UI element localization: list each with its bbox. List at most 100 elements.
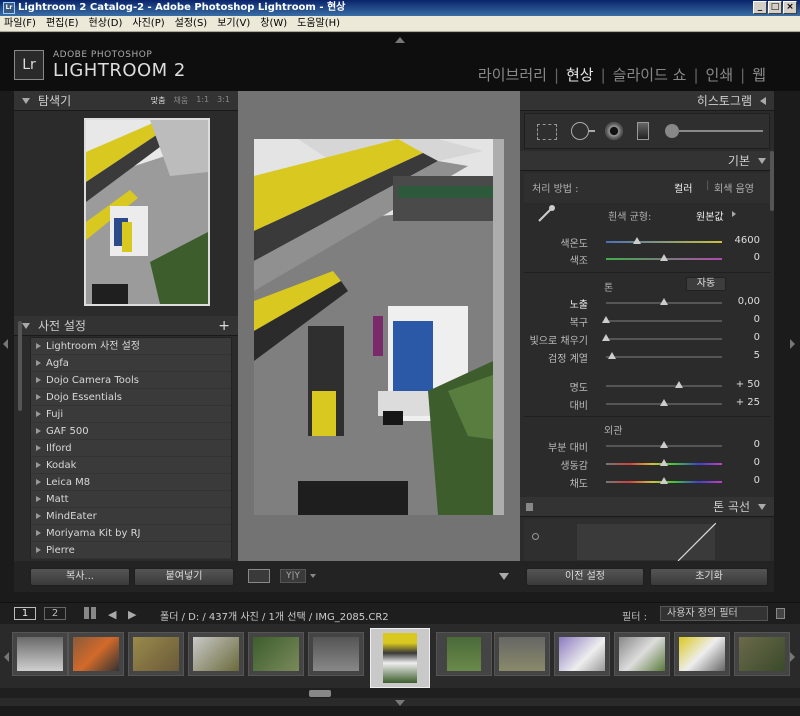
menu-window[interactable]: 창(W) bbox=[260, 16, 287, 31]
preset-folder[interactable]: Dojo Camera Tools bbox=[31, 372, 231, 389]
filmstrip-thumbnail[interactable] bbox=[12, 632, 68, 676]
filmstrip-thumbnail[interactable] bbox=[554, 632, 610, 676]
left-panel-toggle-icon[interactable] bbox=[3, 339, 8, 349]
filmstrip-right-arrow-icon[interactable] bbox=[790, 652, 795, 662]
adjustment-brush-icon[interactable] bbox=[665, 124, 679, 138]
preset-folder[interactable]: Kodak bbox=[31, 457, 231, 474]
zoom-3-1[interactable]: 3:1 bbox=[217, 95, 230, 106]
preset-folder[interactable]: GAF 500 bbox=[31, 423, 231, 440]
temp-value[interactable]: 4600 bbox=[724, 235, 760, 246]
filter-lock-icon[interactable] bbox=[776, 608, 785, 619]
filmstrip-thumbnail[interactable] bbox=[674, 632, 730, 676]
before-after-dropdown-icon[interactable] bbox=[310, 574, 316, 578]
treatment-color[interactable]: 컬러 bbox=[674, 180, 692, 195]
copy-button[interactable]: 복사... bbox=[30, 568, 130, 586]
preset-folder[interactable]: Agfa bbox=[31, 355, 231, 372]
graduated-filter-icon[interactable] bbox=[637, 122, 649, 140]
brightness-thumb[interactable] bbox=[675, 381, 684, 388]
filmstrip-thumbnail[interactable] bbox=[614, 632, 670, 676]
basic-header[interactable]: 기본 bbox=[520, 151, 774, 171]
red-eye-icon[interactable] bbox=[605, 122, 623, 140]
filmstrip-thumbnail[interactable] bbox=[68, 632, 124, 676]
module-develop[interactable]: 현상 bbox=[566, 64, 594, 85]
left-panel-scrollbar[interactable] bbox=[18, 321, 22, 411]
fill-light-value[interactable]: 0 bbox=[724, 332, 760, 343]
fill-light-track[interactable] bbox=[606, 338, 722, 340]
exposure-value[interactable]: 0,00 bbox=[724, 296, 760, 307]
recovery-slider[interactable]: 복구 0 bbox=[528, 312, 760, 329]
brightness-slider[interactable]: 명도 + 50 bbox=[528, 377, 760, 394]
zoom-fill[interactable]: 채움 bbox=[174, 95, 189, 106]
menu-settings[interactable]: 설정(S) bbox=[175, 16, 208, 31]
clarity-slider[interactable]: 부분 대비 0 bbox=[528, 437, 760, 454]
vibrance-slider[interactable]: 생동감 0 bbox=[528, 455, 760, 472]
preset-folder[interactable]: Dojo Essentials bbox=[31, 389, 231, 406]
wb-select[interactable]: 원본값 bbox=[696, 208, 724, 223]
tone-curve-graph[interactable] bbox=[576, 523, 716, 561]
zoom-1-1[interactable]: 1:1 bbox=[196, 95, 209, 106]
module-web[interactable]: 웹 bbox=[752, 64, 766, 85]
collapse-top-arrow-icon[interactable] bbox=[395, 37, 405, 43]
brightness-value[interactable]: + 50 bbox=[724, 379, 760, 390]
navigator-header[interactable]: 탐색기 맞춤 채움 1:1 3:1 bbox=[14, 91, 238, 111]
blacks-thumb[interactable] bbox=[607, 352, 616, 359]
tone-curve-header[interactable]: 톤 곡선 bbox=[520, 497, 774, 517]
right-panel-scrollbar[interactable] bbox=[770, 151, 774, 211]
filmstrip-thumbnail[interactable] bbox=[308, 632, 364, 676]
blacks-track[interactable] bbox=[606, 356, 722, 358]
exposure-slider[interactable]: 노출 0,00 bbox=[528, 294, 760, 311]
menu-file[interactable]: 파일(F) bbox=[4, 16, 36, 31]
vibrance-thumb[interactable] bbox=[660, 459, 668, 466]
minimize-button[interactable]: _ bbox=[753, 1, 767, 14]
primary-view-button[interactable]: 1 bbox=[14, 607, 36, 620]
module-print[interactable]: 인쇄 bbox=[706, 64, 734, 85]
target-adjust-icon[interactable] bbox=[532, 533, 539, 540]
preset-folder[interactable]: Leica M8 bbox=[31, 474, 231, 491]
presets-header[interactable]: 사전 설정 + bbox=[14, 316, 238, 336]
filmstrip-thumbnail[interactable] bbox=[734, 632, 790, 676]
loupe-view-icon[interactable] bbox=[248, 569, 270, 583]
histogram-header[interactable]: 히스토그램 bbox=[520, 91, 774, 111]
source-path[interactable]: 폴더 / D: / 437개 사진 / 1개 선택 / IMG_2085.CR2 bbox=[160, 608, 389, 623]
fill-light-slider[interactable]: 빛으로 채우기 0 bbox=[528, 330, 760, 347]
recovery-value[interactable]: 0 bbox=[724, 314, 760, 325]
preset-folder[interactable]: Ilford bbox=[31, 440, 231, 457]
clarity-value[interactable]: 0 bbox=[724, 439, 760, 450]
menu-edit[interactable]: 편집(E) bbox=[46, 16, 79, 31]
panel-switch-icon[interactable] bbox=[526, 503, 533, 511]
clarity-thumb[interactable] bbox=[660, 441, 668, 448]
brightness-track[interactable] bbox=[606, 385, 722, 387]
paste-button[interactable]: 붙여넣기 bbox=[134, 568, 234, 586]
fill-light-thumb[interactable] bbox=[602, 334, 610, 341]
saturation-value[interactable]: 0 bbox=[724, 475, 760, 486]
filmstrip-thumbnail[interactable] bbox=[188, 632, 244, 676]
vibrance-value[interactable]: 0 bbox=[724, 457, 760, 468]
exposure-thumb[interactable] bbox=[660, 298, 668, 305]
filmstrip-thumbnail[interactable] bbox=[436, 632, 492, 676]
saturation-slider[interactable]: 채도 0 bbox=[528, 473, 760, 490]
wb-dropdown-icon[interactable] bbox=[732, 211, 736, 217]
blacks-slider[interactable]: 검정 계열 5 bbox=[528, 348, 760, 365]
grid-view-icon[interactable] bbox=[84, 607, 96, 619]
contrast-value[interactable]: + 25 bbox=[724, 397, 760, 408]
tint-thumb[interactable] bbox=[660, 254, 668, 261]
photo-canvas[interactable]: Y|Y bbox=[238, 91, 520, 592]
preset-folder[interactable]: Matt bbox=[31, 491, 231, 508]
temp-slider[interactable]: 색온도 4600 bbox=[528, 233, 760, 250]
navigator-preview[interactable] bbox=[30, 112, 232, 310]
menu-help[interactable]: 도움말(H) bbox=[297, 16, 340, 31]
treatment-bw[interactable]: 회색 음영 bbox=[714, 180, 754, 195]
temp-thumb[interactable] bbox=[633, 237, 642, 244]
crop-tool-icon[interactable] bbox=[537, 124, 557, 140]
maximize-button[interactable]: □ bbox=[768, 1, 782, 14]
reset-button[interactable]: 초기화 bbox=[650, 568, 768, 586]
auto-tone-button[interactable]: 자동 bbox=[686, 277, 726, 291]
toolbar-menu-icon[interactable] bbox=[499, 573, 509, 580]
preset-folder[interactable]: MindEater bbox=[31, 508, 231, 525]
back-arrow-icon[interactable]: ◀ bbox=[108, 608, 116, 621]
add-preset-icon[interactable]: + bbox=[218, 318, 230, 334]
tint-slider[interactable]: 색조 0 bbox=[528, 250, 760, 267]
secondary-view-button[interactable]: 2 bbox=[44, 607, 66, 620]
forward-arrow-icon[interactable]: ▶ bbox=[128, 608, 136, 621]
module-library[interactable]: 라이브러리 bbox=[478, 64, 547, 85]
